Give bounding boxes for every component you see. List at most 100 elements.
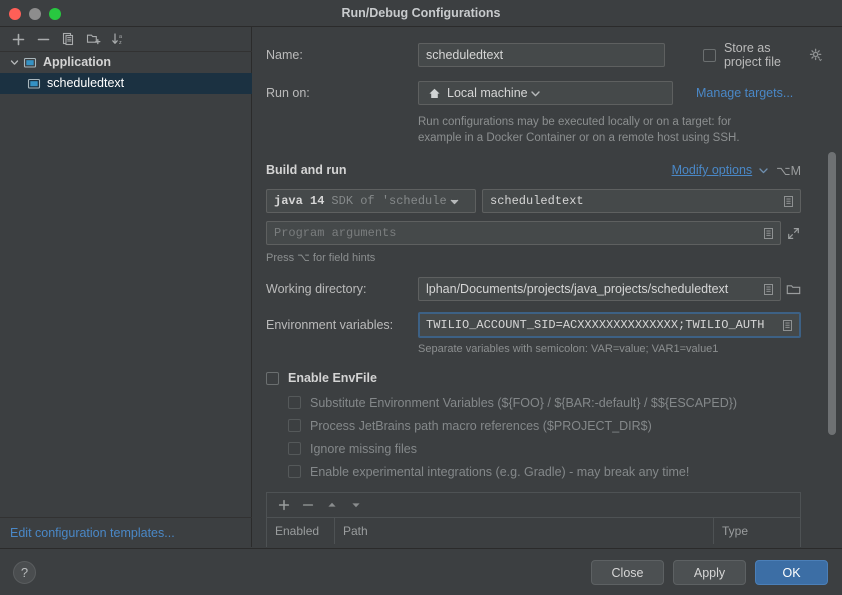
chevron-down-icon[interactable] bbox=[528, 89, 544, 98]
sidebar-footer: Edit configuration templates... bbox=[0, 517, 252, 547]
name-input-value: scheduledtext bbox=[426, 48, 504, 62]
envfile-option-path-macro[interactable]: Process JetBrains path macro references … bbox=[288, 416, 824, 435]
home-icon bbox=[426, 85, 442, 101]
enable-envfile-label: Enable EnvFile bbox=[288, 371, 377, 385]
enable-envfile-checkbox[interactable] bbox=[266, 371, 279, 385]
run-on-label: Run on: bbox=[266, 86, 310, 100]
name-input[interactable]: scheduledtext bbox=[418, 43, 665, 67]
sdk-select[interactable]: java 14 SDK of 'schedule bbox=[266, 189, 476, 213]
configurations-tree[interactable]: Application scheduledtext bbox=[0, 52, 252, 517]
envfile-option-substitute[interactable]: Substitute Environment Variables (${FOO}… bbox=[288, 393, 824, 412]
store-as-project-file-checkbox[interactable] bbox=[702, 48, 716, 62]
help-button[interactable]: ? bbox=[13, 561, 36, 584]
experimental-integrations-label: Enable experimental integrations (e.g. G… bbox=[310, 464, 690, 479]
manage-targets-link[interactable]: Manage targets... bbox=[696, 86, 793, 100]
save-configuration-button[interactable] bbox=[82, 29, 104, 49]
move-up-button[interactable] bbox=[321, 495, 343, 515]
expand-list-icon[interactable] bbox=[760, 225, 776, 241]
move-down-button[interactable] bbox=[345, 495, 367, 515]
chevron-down-icon[interactable] bbox=[6, 55, 22, 71]
configurations-sidebar: a z Application scheduledtext Edit confi… bbox=[0, 27, 252, 547]
main-class-value: scheduledtext bbox=[490, 194, 584, 208]
run-on-description: Run configurations may be executed local… bbox=[418, 114, 824, 146]
program-arguments-row: Program arguments bbox=[266, 221, 824, 245]
process-path-macro-label: Process JetBrains path macro references … bbox=[310, 418, 652, 433]
column-header-type[interactable]: Type bbox=[714, 518, 800, 544]
sdk-hint: SDK of 'schedule bbox=[331, 194, 447, 208]
expand-list-icon[interactable] bbox=[779, 317, 795, 333]
application-icon bbox=[26, 76, 42, 92]
build-and-run-title: Build and run bbox=[266, 163, 347, 177]
expand-list-icon[interactable] bbox=[780, 193, 796, 209]
working-directory-input[interactable]: lphan/Documents/projects/java_projects/s… bbox=[418, 277, 781, 301]
program-arguments-input[interactable]: Program arguments bbox=[266, 221, 781, 245]
run-debug-configurations-dialog: Run/Debug Configurations a z Application… bbox=[0, 0, 842, 595]
envfile-options-group: Substitute Environment Variables (${FOO}… bbox=[288, 393, 824, 481]
substitute-env-vars-checkbox[interactable] bbox=[288, 396, 301, 409]
ok-button[interactable]: OK bbox=[755, 560, 828, 585]
envfile-table-header: Enabled Path Type bbox=[267, 518, 800, 544]
expand-editor-icon[interactable] bbox=[785, 225, 801, 241]
experimental-integrations-checkbox[interactable] bbox=[288, 465, 301, 478]
envfile-option-experimental[interactable]: Enable experimental integrations (e.g. G… bbox=[288, 462, 824, 481]
editor-scrollbar[interactable] bbox=[828, 152, 836, 435]
remove-configuration-button[interactable] bbox=[32, 29, 54, 49]
tree-item-scheduledtext[interactable]: scheduledtext bbox=[0, 73, 252, 94]
envfile-table: Enabled Path Type bbox=[266, 492, 801, 547]
run-on-row: Run on: Local machine Manage targets... bbox=[266, 81, 824, 105]
main-class-input[interactable]: scheduledtext bbox=[482, 189, 801, 213]
chevron-down-icon[interactable] bbox=[447, 197, 463, 206]
modify-options-link[interactable]: Modify options bbox=[672, 163, 753, 177]
edit-configuration-templates-link[interactable]: Edit configuration templates... bbox=[10, 526, 175, 540]
gear-icon[interactable] bbox=[808, 47, 824, 63]
add-envfile-button[interactable] bbox=[273, 495, 295, 515]
run-on-select[interactable]: Local machine bbox=[418, 81, 673, 105]
ignore-missing-files-checkbox[interactable] bbox=[288, 442, 301, 455]
sdk-value: java 14 bbox=[274, 194, 325, 208]
working-directory-label: Working directory: bbox=[266, 282, 367, 296]
ignore-missing-files-label: Ignore missing files bbox=[310, 441, 417, 456]
environment-variables-input[interactable]: TWILIO_ACCOUNT_SID=ACXXXXXXXXXXXXXX;TWIL… bbox=[418, 312, 801, 338]
close-button[interactable]: Close bbox=[591, 560, 664, 585]
store-as-project-file-row[interactable]: Store as project file bbox=[702, 41, 824, 69]
column-header-path[interactable]: Path bbox=[335, 518, 714, 544]
chevron-down-icon[interactable] bbox=[755, 162, 771, 178]
name-label: Name: bbox=[266, 48, 303, 62]
tree-group-application[interactable]: Application bbox=[0, 52, 252, 73]
browse-folder-icon[interactable] bbox=[785, 281, 801, 297]
substitute-env-vars-label: Substitute Environment Variables (${FOO}… bbox=[310, 395, 738, 410]
environment-variables-label: Environment variables: bbox=[266, 318, 394, 332]
tree-group-label: Application bbox=[43, 55, 112, 69]
apply-button[interactable]: Apply bbox=[673, 560, 746, 585]
envfile-table-toolbar bbox=[267, 493, 800, 518]
enable-envfile-row[interactable]: Enable EnvFile bbox=[266, 371, 824, 385]
name-row: Name: scheduledtext Store as project fil… bbox=[266, 41, 824, 69]
envfile-table-body bbox=[267, 544, 800, 547]
field-hints-text: Press ⌥ for field hints bbox=[266, 252, 376, 264]
working-directory-value: lphan/Documents/projects/java_projects/s… bbox=[426, 282, 729, 296]
run-on-description-line1: Run configurations may be executed local… bbox=[418, 116, 732, 128]
window-title: Run/Debug Configurations bbox=[341, 6, 501, 20]
environment-variables-hint: Separate variables with semicolon: VAR=v… bbox=[418, 343, 719, 355]
add-configuration-button[interactable] bbox=[7, 29, 29, 49]
sidebar-toolbar: a z bbox=[0, 27, 252, 52]
configuration-editor: Name: scheduledtext Store as project fil… bbox=[253, 27, 842, 547]
modify-options-shortcut: ⌥M bbox=[776, 163, 801, 178]
store-as-project-file-label: Store as project file bbox=[723, 41, 781, 69]
envfile-option-ignore-missing[interactable]: Ignore missing files bbox=[288, 439, 824, 458]
column-header-enabled[interactable]: Enabled bbox=[267, 518, 335, 544]
build-and-run-header: Build and run Modify options ⌥M bbox=[266, 162, 824, 178]
application-icon bbox=[22, 55, 38, 71]
title-bar: Run/Debug Configurations bbox=[0, 0, 842, 27]
remove-envfile-button[interactable] bbox=[297, 495, 319, 515]
copy-configuration-button[interactable] bbox=[57, 29, 79, 49]
process-path-macro-checkbox[interactable] bbox=[288, 419, 301, 432]
expand-list-icon[interactable] bbox=[760, 281, 776, 297]
configuration-form: Name: scheduledtext Store as project fil… bbox=[253, 27, 842, 547]
run-on-description-line2: example in a Docker Container or on a re… bbox=[418, 132, 740, 144]
svg-text:z: z bbox=[119, 40, 122, 46]
environment-variables-value: TWILIO_ACCOUNT_SID=ACXXXXXXXXXXXXXX;TWIL… bbox=[426, 318, 765, 332]
sort-configurations-button[interactable]: a z bbox=[107, 29, 129, 49]
tree-item-label: scheduledtext bbox=[47, 76, 125, 90]
dialog-footer: ? Close Apply OK bbox=[0, 548, 842, 595]
